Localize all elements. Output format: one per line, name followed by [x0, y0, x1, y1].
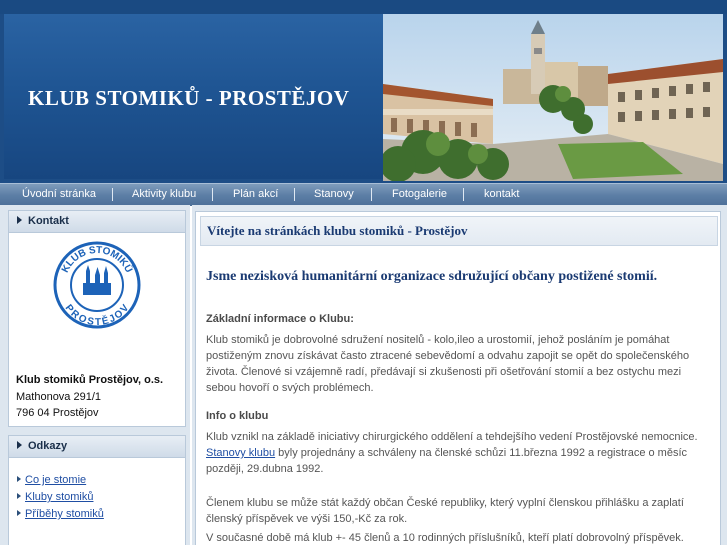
link-stanovy-klubu[interactable]: Stanovy klubu	[206, 447, 275, 459]
basic-info-heading: Základní informace o Klubu:	[206, 313, 354, 325]
link-kluby-stomiku[interactable]: Kluby stomiků	[25, 491, 93, 503]
nav-plan-akci[interactable]: Plán akcí	[233, 184, 278, 206]
link-co-je-stomie[interactable]: Co je stomie	[25, 474, 86, 486]
main-content: Vítejte na stránkách klubu stomiků - Pro…	[192, 205, 727, 545]
links-box-header: Odkazy	[9, 436, 185, 458]
membership-text: Členem klubu se může stát každý občan Če…	[206, 497, 684, 525]
club-info-text: Klub vznikl na základě iniciativy chirur…	[206, 429, 711, 477]
link-item: Co je stomie	[17, 474, 86, 486]
contact-heading: Kontakt	[28, 215, 69, 227]
link-item: Příběhy stomiků	[17, 508, 104, 520]
org-name: Klub stomiků Prostějov, o.s.	[16, 374, 164, 386]
header-top-strip	[0, 0, 727, 14]
main-navigation: Úvodní stránka Aktivity klubu Plán akcí …	[0, 183, 727, 206]
bullet-arrow-icon	[17, 510, 21, 517]
basic-info-text: Klub stomiků je dobrovolné sdružení nosi…	[206, 334, 690, 394]
nav-separator	[371, 188, 372, 201]
site-title: KLUB STOMIKŮ - PROSTĚJOV	[28, 86, 350, 110]
nav-separator	[294, 188, 295, 201]
nav-stanovy[interactable]: Stanovy	[314, 184, 354, 206]
nav-aktivity-klubu[interactable]: Aktivity klubu	[132, 184, 196, 206]
links-heading: Odkazy	[28, 440, 68, 452]
club-info-text-after: byly projednány a schváleny na členské s…	[206, 447, 688, 475]
club-info-heading: Info o klubu	[206, 410, 269, 422]
main-content-panel: Vítejte na stránkách klubu stomiků - Pro…	[195, 211, 721, 545]
link-pribehy-stomiku[interactable]: Příběhy stomiků	[25, 508, 104, 520]
nav-kontakt[interactable]: kontakt	[484, 184, 519, 206]
bullet-arrow-icon	[17, 493, 21, 500]
nav-fotogalerie[interactable]: Fotogalerie	[392, 184, 447, 206]
bullet-arrow-icon	[17, 476, 21, 483]
org-city: 796 04 Prostějov	[16, 407, 99, 419]
org-street: Mathonova 291/1	[16, 391, 102, 403]
links-box: Odkazy Co je stomie Kluby stomiků Příběh…	[8, 435, 186, 545]
contact-box-header: Kontakt	[9, 211, 185, 233]
city-square-photo	[383, 14, 723, 181]
nav-uvodni-stranka[interactable]: Úvodní stránka	[22, 184, 96, 206]
club-info-text-before: Klub vznikl na základě iniciativy chirur…	[206, 431, 698, 443]
contact-box: Kontakt KLUB STOMIKŮ PROSTĚJOV Klub stom…	[8, 210, 186, 427]
triangle-right-icon	[17, 441, 22, 450]
sidebar: Kontakt KLUB STOMIKŮ PROSTĚJOV Klub stom…	[0, 205, 190, 545]
member-count-text: V současné době má klub +- 45 členů a 10…	[206, 532, 684, 544]
link-item: Kluby stomiků	[17, 491, 93, 503]
triangle-right-icon	[17, 216, 22, 225]
club-logo: KLUB STOMIKŮ PROSTĚJOV	[53, 241, 141, 329]
nav-separator	[212, 188, 213, 201]
nav-separator	[112, 188, 113, 201]
nav-separator	[463, 188, 464, 201]
welcome-heading: Vítejte na stránkách klubu stomiků - Pro…	[200, 216, 718, 246]
page: KLUB STOMIKŮ - PROSTĚJOV Úvodní stránka …	[0, 0, 727, 545]
header-banner: KLUB STOMIKŮ - PROSTĚJOV	[0, 0, 727, 183]
organization-tagline: Jsme nezisková humanitární organizace sd…	[206, 269, 658, 284]
